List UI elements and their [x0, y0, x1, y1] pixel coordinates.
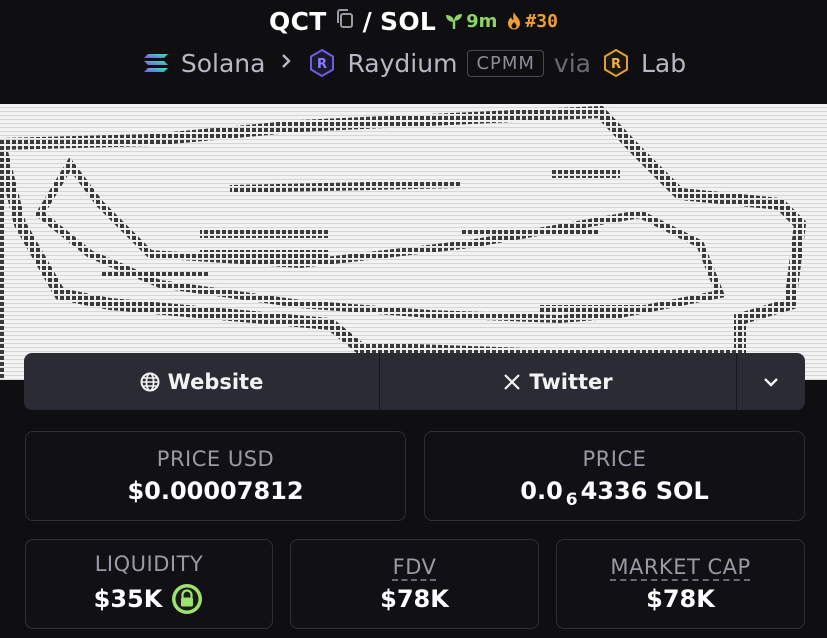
fdv-value: $78K — [380, 585, 449, 613]
svg-text:R: R — [317, 57, 327, 72]
price-native-value: 0.0 6 4336 SOL — [520, 477, 709, 510]
raydium-logo: R — [310, 48, 335, 78]
market-cap-label: MARKET CAP — [610, 555, 751, 579]
via-label: via — [553, 48, 591, 78]
website-button[interactable]: Website — [24, 353, 380, 410]
svg-text:R: R — [611, 57, 621, 72]
chevron-down-icon — [764, 377, 778, 387]
lock-icon[interactable] — [170, 582, 204, 616]
pool-type-badge: CPMM — [467, 49, 544, 77]
chain-name[interactable]: Solana — [181, 49, 266, 78]
fdv-card[interactable]: FDV $78K — [290, 539, 539, 629]
fdv-label: FDV — [392, 555, 437, 579]
quote-token-symbol: SOL — [380, 6, 437, 36]
chain-breadcrumb: Solana R Raydium CPMM via R Lab — [0, 44, 827, 82]
globe-icon — [140, 372, 160, 391]
sprout-icon — [446, 14, 463, 29]
token-banner-image — [0, 104, 827, 380]
liquidity-label: LIQUIDITY — [94, 552, 204, 576]
price-native-zero-count: 6 — [565, 490, 578, 510]
website-label: Website — [167, 369, 264, 394]
price-native-prefix: 0.0 — [520, 477, 563, 505]
launchpad-name[interactable]: Lab — [641, 49, 686, 78]
trending-rank: #30 — [525, 10, 558, 32]
pair-title-row: QCT / SOL 9m #30 — [0, 4, 827, 38]
liquidity-card: LIQUIDITY $35K — [25, 539, 273, 629]
token-header: QCT / SOL 9m #30 Solana R Raydium CPMM v… — [0, 0, 827, 104]
price-native-suffix: 4336 SOL — [580, 477, 709, 505]
liquidity-value-row: $35K — [94, 582, 205, 616]
twitter-label: Twitter — [529, 369, 613, 394]
market-cap-card[interactable]: MARKET CAP $78K — [556, 539, 805, 629]
solana-logo — [143, 54, 168, 72]
lab-logo: R — [603, 48, 628, 78]
base-token-symbol: QCT — [269, 6, 327, 36]
dex-name[interactable]: Raydium — [347, 49, 457, 78]
twitter-button[interactable]: Twitter — [380, 353, 737, 410]
more-links-dropdown[interactable] — [737, 353, 805, 410]
trending-rank-badge[interactable]: #30 — [505, 11, 558, 32]
price-native-label: PRICE — [582, 447, 647, 471]
pair-separator: / — [362, 6, 373, 36]
pair-age: 9m — [466, 10, 498, 32]
price-usd-value: $0.00007812 — [127, 477, 304, 505]
price-usd-card: PRICE USD $0.00007812 — [25, 431, 406, 521]
x-logo-icon — [504, 373, 521, 390]
social-links-bar: Website Twitter — [24, 353, 805, 410]
copy-icon[interactable] — [335, 8, 355, 34]
chevron-right-icon — [279, 51, 293, 76]
pair-age-badge: 9m — [444, 11, 497, 32]
market-cap-value: $78K — [646, 585, 715, 613]
liquidity-value: $35K — [93, 585, 163, 613]
price-native-card: PRICE 0.0 6 4336 SOL — [424, 431, 805, 521]
flame-icon — [508, 12, 521, 30]
price-usd-label: PRICE USD — [156, 447, 275, 471]
